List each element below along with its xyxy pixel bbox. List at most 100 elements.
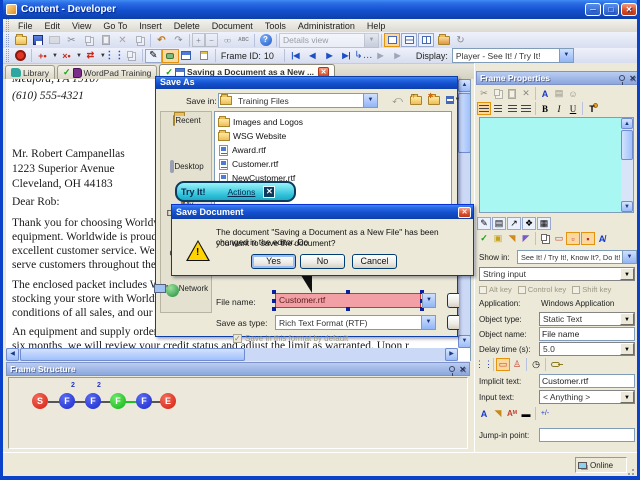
frame-structure-header[interactable]: Frame Structure ✕ bbox=[6, 362, 470, 376]
delete-icon[interactable]: ✕ bbox=[519, 87, 533, 100]
insert-frame-icon[interactable]: +• bbox=[34, 49, 51, 63]
chevron-down-icon[interactable]: ▼ bbox=[364, 33, 378, 47]
show-in-combobox[interactable]: See It! / Try It!, Know It?, Do It! ▼ bbox=[517, 250, 637, 264]
close-panel-icon[interactable]: ✕ bbox=[629, 74, 636, 83]
menu-help[interactable]: Help bbox=[361, 21, 392, 31]
frame-structure-canvas[interactable]: S F 2 F 2 F F E bbox=[8, 377, 468, 449]
menu-file[interactable]: File bbox=[12, 21, 39, 31]
pin-icon[interactable] bbox=[619, 75, 626, 85]
insert-field-icon[interactable]: ▤ bbox=[552, 87, 566, 100]
copy-object-icon[interactable] bbox=[538, 232, 552, 245]
single-pane-view-button[interactable] bbox=[384, 33, 400, 47]
save-as-type-combobox[interactable]: Rich Text Format (RTF) ▼ bbox=[275, 315, 436, 330]
views-menu-icon[interactable]: ▼ bbox=[443, 93, 463, 107]
edit-frame-icon[interactable]: ✎ bbox=[144, 48, 162, 63]
tab-wordpad-training[interactable]: ✓ WordPad Training bbox=[56, 65, 158, 79]
horizontal-scroll-thumb[interactable] bbox=[20, 348, 245, 361]
paint-icon[interactable]: ◤ bbox=[519, 232, 533, 245]
chevron-down-icon[interactable]: ▼ bbox=[558, 49, 573, 62]
close-button[interactable]: ✕ bbox=[621, 3, 637, 16]
delay-time-combobox[interactable]: 5.0 ▼ bbox=[539, 342, 635, 356]
yes-button[interactable]: Yes bbox=[251, 254, 296, 269]
scroll-thumb[interactable] bbox=[621, 130, 633, 160]
pin-all-icon[interactable]: ▪ bbox=[581, 232, 595, 245]
start-node[interactable]: S bbox=[32, 393, 48, 409]
menu-goto[interactable]: Go To bbox=[97, 21, 133, 31]
end-node[interactable]: E bbox=[160, 393, 176, 409]
export-icon[interactable] bbox=[435, 33, 452, 47]
place-desktop[interactable]: Desktop bbox=[162, 160, 212, 173]
template-text-icon[interactable]: T bbox=[585, 102, 599, 115]
split-horizontal-view-button[interactable] bbox=[401, 33, 417, 47]
text-cursor-icon[interactable]: A̸ bbox=[595, 232, 609, 245]
highlight-object-icon[interactable]: ▭ bbox=[552, 232, 566, 245]
object-name-input[interactable]: File name bbox=[539, 327, 635, 341]
fill-icon[interactable]: ◥ bbox=[491, 407, 505, 420]
italic-icon[interactable]: I bbox=[552, 102, 566, 115]
delete-frame-icon[interactable]: ×• bbox=[58, 49, 75, 63]
bubble-position-icon[interactable]: ▤ bbox=[492, 217, 506, 230]
jump-in-point-input[interactable] bbox=[539, 428, 635, 442]
close-panel-icon[interactable]: ✕ bbox=[459, 365, 466, 374]
file-row[interactable]: Customer.rtf bbox=[217, 157, 449, 171]
menu-edit[interactable]: Edit bbox=[39, 21, 67, 31]
ellipsis-field-icon[interactable]: ▬ bbox=[519, 407, 533, 420]
menu-administration[interactable]: Administration bbox=[292, 21, 361, 31]
paste-icon[interactable] bbox=[97, 33, 114, 47]
menu-delete[interactable]: Delete bbox=[168, 21, 206, 31]
replace-frame-icon[interactable]: ⇄ bbox=[82, 49, 99, 63]
action-user-icon[interactable]: ♙ bbox=[510, 358, 524, 371]
frame-node[interactable]: F bbox=[85, 393, 101, 409]
tab-library[interactable]: Library bbox=[5, 65, 55, 79]
play-icon[interactable]: ▶ bbox=[372, 49, 389, 63]
frame-notes-icon[interactable] bbox=[196, 49, 213, 63]
scroll-left-icon[interactable]: ◀ bbox=[6, 348, 19, 361]
maximize-button[interactable]: □ bbox=[603, 3, 619, 16]
preview-frame-icon[interactable] bbox=[179, 49, 196, 63]
string-input-combobox[interactable]: String input ▼ bbox=[479, 267, 635, 281]
chevron-down-icon[interactable]: ▼ bbox=[363, 94, 377, 107]
chevron-down-icon[interactable]: ▼ bbox=[620, 343, 634, 355]
file-name-input[interactable]: Customer.rtf bbox=[272, 290, 424, 311]
selection-handle[interactable] bbox=[272, 290, 276, 294]
bubble-template-icon[interactable]: ▦ bbox=[537, 217, 551, 230]
cancel-button-clipped[interactable] bbox=[447, 315, 459, 330]
timer-icon[interactable]: ◷ bbox=[529, 358, 543, 371]
scroll-down-icon[interactable]: ▼ bbox=[458, 335, 470, 348]
frame-node[interactable]: F bbox=[136, 393, 152, 409]
bubble-pointer-icon[interactable]: ↗ bbox=[507, 217, 521, 230]
open-icon[interactable] bbox=[12, 33, 29, 47]
align-right-icon[interactable] bbox=[505, 102, 519, 115]
chevron-down-icon[interactable]: ▼ bbox=[620, 268, 634, 280]
duplicate-icon[interactable] bbox=[131, 33, 148, 47]
edit-bubble-icon[interactable]: ✎ bbox=[477, 217, 491, 230]
previous-frame-icon[interactable]: ◀ bbox=[304, 49, 321, 63]
character-map-icon[interactable]: ☺ bbox=[566, 87, 580, 100]
underline-icon[interactable]: U bbox=[566, 102, 580, 115]
spellcheck-icon[interactable]: ABC bbox=[235, 33, 252, 47]
object-type-combobox[interactable]: Static Text ▼ bbox=[539, 312, 635, 326]
actions-link[interactable]: Actions bbox=[228, 187, 256, 197]
alt-key-checkbox[interactable]: Alt key bbox=[479, 285, 512, 294]
new-folder-icon[interactable]: ✱ bbox=[425, 93, 442, 107]
back-icon[interactable]: ⤺ bbox=[389, 93, 406, 107]
selection-handle[interactable] bbox=[272, 307, 276, 311]
menubar-grip[interactable] bbox=[6, 19, 9, 32]
show-bubbles-icon[interactable] bbox=[161, 48, 179, 63]
toolbar-grip[interactable] bbox=[6, 33, 9, 47]
copy-icon[interactable] bbox=[491, 87, 505, 100]
save-in-combobox[interactable]: Training Files ▼ bbox=[218, 93, 378, 108]
reorder-frames-icon[interactable]: ⋮⋮ bbox=[104, 49, 124, 63]
file-row[interactable]: Award.rtf bbox=[217, 143, 449, 157]
details-view-combobox[interactable]: Details view ▼ bbox=[279, 32, 379, 48]
up-one-level-icon[interactable]: ↑ bbox=[407, 93, 424, 107]
font-icon[interactable]: A bbox=[477, 407, 491, 420]
selection-handle[interactable] bbox=[346, 290, 350, 294]
input-text-combobox[interactable]: < Anything > ▼ bbox=[539, 390, 635, 404]
pin-icon[interactable] bbox=[449, 366, 456, 376]
key-icon[interactable] bbox=[548, 358, 563, 371]
zoom-in-icon[interactable]: + bbox=[192, 33, 205, 47]
chevron-down-icon[interactable]: ▼ bbox=[620, 391, 634, 403]
default-format-checkbox[interactable]: ✓ Save in this format by default bbox=[233, 334, 348, 343]
align-left-icon[interactable] bbox=[477, 102, 491, 115]
